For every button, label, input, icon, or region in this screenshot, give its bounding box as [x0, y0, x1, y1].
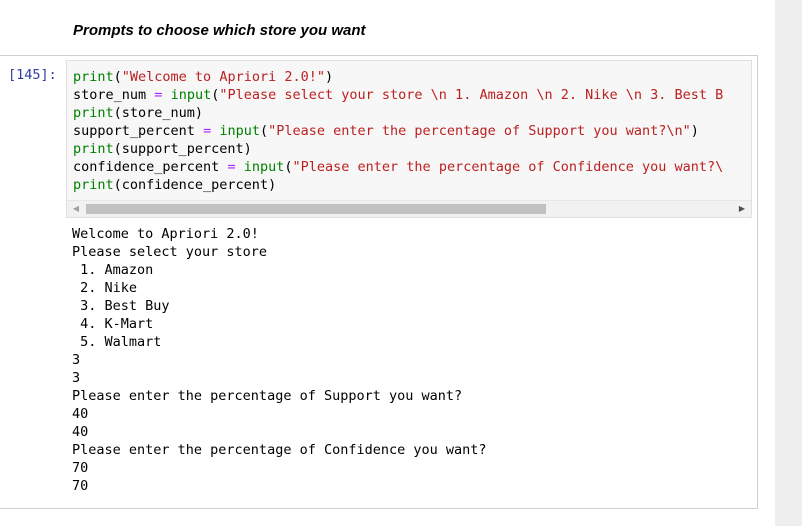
- output-line: Please enter the percentage of Support y…: [72, 388, 463, 404]
- output-line: 3. Best Buy: [72, 298, 170, 314]
- code-line-4: support_percent = input("Please enter th…: [73, 123, 699, 139]
- output-line: 40: [72, 406, 89, 422]
- output-line: Welcome to Apriori 2.0!: [72, 226, 259, 242]
- code-line-7: print(confidence_percent): [73, 177, 277, 193]
- scrollbar-thumb[interactable]: [86, 204, 546, 214]
- output-line: 1. Amazon: [72, 262, 154, 278]
- output-line: 5. Walmart: [72, 334, 162, 350]
- output-line: 4. K-Mart: [72, 316, 154, 332]
- scroll-left-arrow-icon[interactable]: ◀: [69, 202, 83, 216]
- output-line: 40: [72, 424, 89, 440]
- output-line: Please enter the percentage of Confidenc…: [72, 442, 487, 458]
- execution-count-prompt: [145]:: [8, 67, 57, 83]
- output-line: 70: [72, 460, 89, 476]
- code-line-6: confidence_percent = input("Please enter…: [73, 159, 724, 175]
- cell-output: Welcome to Apriori 2.0! Please select yo…: [72, 225, 487, 495]
- code-line-1: print("Welcome to Apriori 2.0!"): [73, 69, 334, 85]
- output-line: Please select your store: [72, 244, 268, 260]
- output-line: 2. Nike: [72, 280, 138, 296]
- code-input-area[interactable]: print("Welcome to Apriori 2.0!") store_n…: [66, 60, 752, 218]
- code-line-3: print(store_num): [73, 105, 204, 121]
- scroll-right-arrow-icon[interactable]: ▶: [735, 202, 749, 216]
- markdown-heading: Prompts to choose which store you want: [73, 22, 366, 39]
- output-line: 3: [72, 370, 81, 386]
- horizontal-scrollbar[interactable]: ◀ ▶: [67, 200, 751, 217]
- code-line-5: print(support_percent): [73, 141, 252, 157]
- output-line: 3: [72, 352, 81, 368]
- code-editor[interactable]: print("Welcome to Apriori 2.0!") store_n…: [73, 68, 723, 194]
- output-line: 70: [72, 478, 89, 494]
- code-line-2: store_num = input("Please select your st…: [73, 87, 724, 103]
- right-scrollbar-gutter[interactable]: [775, 0, 802, 526]
